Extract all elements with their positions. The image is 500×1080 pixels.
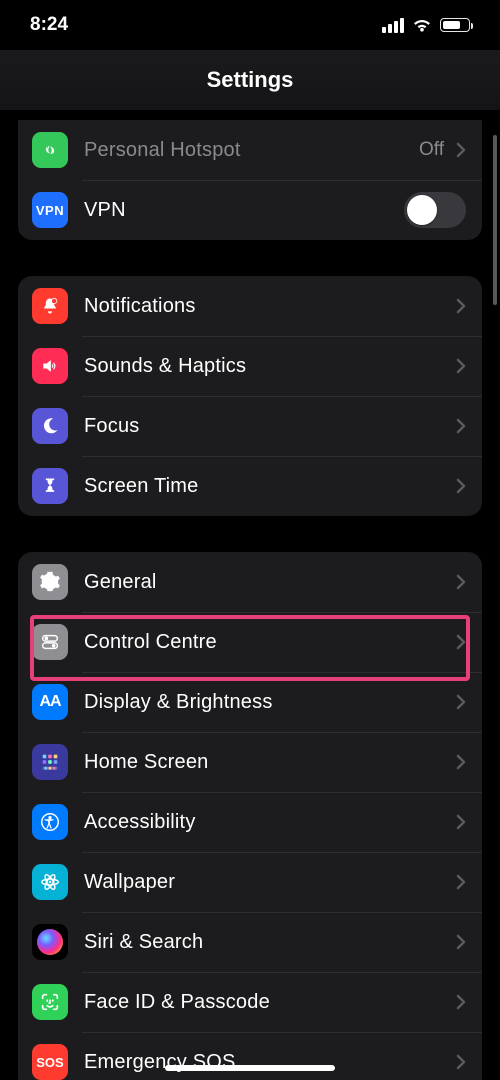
row-siri-search[interactable]: Siri & Search	[18, 912, 482, 972]
settings-group-attention: Notifications Sounds & Haptics Focus	[18, 276, 482, 516]
row-label: Home Screen	[84, 751, 452, 774]
chevron-right-icon	[456, 754, 466, 770]
status-bar: 8:24	[0, 0, 500, 50]
row-wallpaper[interactable]: Wallpaper	[18, 852, 482, 912]
cellular-signal-icon	[382, 18, 404, 33]
row-screen-time[interactable]: Screen Time	[18, 456, 482, 516]
chevron-right-icon	[456, 298, 466, 314]
device-frame: 8:24 Settings Personal Hotspot Off	[0, 0, 500, 1080]
chevron-right-icon	[456, 934, 466, 950]
wifi-icon	[412, 18, 432, 33]
row-label: Control Centre	[84, 631, 452, 654]
row-detail: Off	[419, 139, 444, 161]
row-faceid-passcode[interactable]: Face ID & Passcode	[18, 972, 482, 1032]
sounds-icon	[32, 348, 68, 384]
row-general[interactable]: General	[18, 552, 482, 612]
focus-icon	[32, 408, 68, 444]
row-label: Accessibility	[84, 811, 452, 834]
status-indicators	[382, 18, 470, 33]
row-label: General	[84, 571, 452, 594]
row-personal-hotspot[interactable]: Personal Hotspot Off	[18, 120, 482, 180]
row-label: VPN	[84, 199, 404, 222]
notifications-icon	[32, 288, 68, 324]
chevron-right-icon	[456, 478, 466, 494]
nav-header: Settings	[0, 50, 500, 110]
page-title: Settings	[207, 67, 294, 93]
row-label: Wallpaper	[84, 871, 452, 894]
faceid-icon	[32, 984, 68, 1020]
battery-icon	[440, 18, 470, 32]
row-accessibility[interactable]: Accessibility	[18, 792, 482, 852]
screentime-icon	[32, 468, 68, 504]
accessibility-icon	[32, 804, 68, 840]
row-label: Sounds & Haptics	[84, 355, 452, 378]
chevron-right-icon	[456, 358, 466, 374]
general-icon	[32, 564, 68, 600]
chevron-right-icon	[456, 1054, 466, 1070]
chevron-right-icon	[456, 874, 466, 890]
row-notifications[interactable]: Notifications	[18, 276, 482, 336]
hotspot-icon	[32, 132, 68, 168]
row-label: Notifications	[84, 295, 452, 318]
scroll-indicator	[493, 135, 497, 305]
row-vpn[interactable]: VPN VPN	[18, 180, 482, 240]
home-indicator	[165, 1065, 335, 1071]
vpn-icon: VPN	[32, 192, 68, 228]
homescreen-icon	[32, 744, 68, 780]
row-label: Siri & Search	[84, 931, 452, 954]
settings-scroll[interactable]: Personal Hotspot Off VPN VPN Notificatio…	[0, 110, 500, 1080]
chevron-right-icon	[456, 418, 466, 434]
wallpaper-icon	[32, 864, 68, 900]
control-centre-icon	[32, 624, 68, 660]
chevron-right-icon	[456, 574, 466, 590]
display-icon: AA	[32, 684, 68, 720]
status-time: 8:24	[30, 14, 68, 36]
chevron-right-icon	[456, 994, 466, 1010]
settings-group-network: Personal Hotspot Off VPN VPN	[18, 120, 482, 240]
chevron-right-icon	[456, 634, 466, 650]
vpn-toggle[interactable]	[404, 192, 466, 228]
sos-icon: SOS	[32, 1044, 68, 1080]
row-focus[interactable]: Focus	[18, 396, 482, 456]
row-emergency-sos[interactable]: SOS Emergency SOS	[18, 1032, 482, 1080]
row-label: Face ID & Passcode	[84, 991, 452, 1014]
row-label: Display & Brightness	[84, 691, 452, 714]
row-label: Focus	[84, 415, 452, 438]
settings-group-general: General Control Centre AA Display & Brig…	[18, 552, 482, 1080]
chevron-right-icon	[456, 694, 466, 710]
row-sounds-haptics[interactable]: Sounds & Haptics	[18, 336, 482, 396]
row-label: Personal Hotspot	[84, 139, 419, 162]
chevron-right-icon	[456, 814, 466, 830]
siri-icon	[32, 924, 68, 960]
chevron-right-icon	[456, 142, 466, 158]
row-home-screen[interactable]: Home Screen	[18, 732, 482, 792]
row-display-brightness[interactable]: AA Display & Brightness	[18, 672, 482, 732]
row-control-centre[interactable]: Control Centre	[18, 612, 482, 672]
row-label: Screen Time	[84, 475, 452, 498]
